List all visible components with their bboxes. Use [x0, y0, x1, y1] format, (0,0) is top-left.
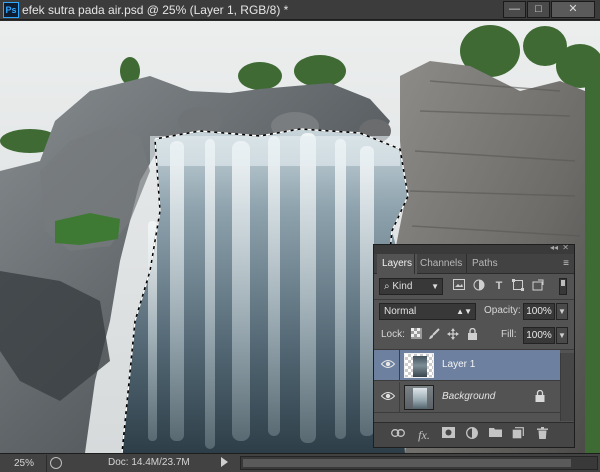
link-icon[interactable] — [390, 427, 406, 443]
divider — [46, 455, 47, 472]
panel-tabs: Layers Channels Paths ≡ — [374, 254, 574, 274]
lock-all-icon[interactable] — [465, 327, 479, 342]
minimize-button[interactable]: — — [503, 1, 526, 18]
status-bar: 25% Doc: 14.4M/23.7M — [0, 453, 600, 472]
filter-toggle-switch[interactable] — [559, 278, 567, 295]
divider — [399, 382, 400, 413]
close-panel-icon[interactable]: ✕ — [562, 243, 569, 252]
blend-mode-select[interactable]: Normal ▲▼ — [379, 303, 476, 320]
image-filter-icon[interactable] — [452, 279, 466, 293]
shape-filter-icon[interactable] — [511, 279, 525, 293]
blend-row: Normal ▲▼ Opacity: 100% ▼ — [374, 300, 574, 324]
close-window-button[interactable]: ✕ — [551, 1, 595, 18]
document-size-info: Doc: 14.4M/23.7M — [108, 457, 190, 468]
document-title: efek sutra pada air.psd @ 25% (Layer 1, … — [22, 3, 289, 17]
filter-kind-select[interactable]: ⌕ Kind ▼ — [379, 278, 443, 295]
tab-channels[interactable]: Channels — [414, 254, 467, 274]
maximize-button[interactable]: □ — [527, 1, 550, 18]
opacity-input[interactable]: 100% — [523, 303, 555, 320]
new-layer-icon[interactable] — [510, 427, 526, 443]
blend-mode-value: Normal — [384, 306, 417, 317]
panel-footer: fx. — [374, 422, 574, 447]
panel-header-strip: ◂◂ ✕ — [374, 243, 574, 254]
fill-dropdown-button[interactable]: ▼ — [556, 327, 568, 344]
layer-thumbnail — [404, 353, 434, 378]
lock-position-icon[interactable] — [446, 328, 460, 342]
visibility-eye-icon[interactable] — [380, 359, 396, 371]
chevron-down-icon: ▲▼ — [456, 307, 472, 316]
divider — [399, 350, 400, 381]
layer-name[interactable]: Layer 1 — [442, 359, 475, 370]
chevron-down-icon: ▼ — [431, 282, 439, 291]
type-filter-icon[interactable]: T — [492, 279, 506, 293]
lock-pixels-icon[interactable] — [409, 328, 423, 342]
document-profile-icon[interactable] — [50, 457, 62, 469]
lock-icon — [535, 389, 547, 403]
filter-row: ⌕ Kind ▼ T — [374, 275, 574, 299]
fill-input[interactable]: 100% — [523, 327, 555, 344]
layers-panel: ◂◂ ✕ Layers Channels Paths ≡ ⌕ Kind ▼ T N… — [373, 243, 575, 448]
group-folder-icon[interactable] — [487, 427, 503, 443]
mask-icon[interactable] — [440, 427, 456, 443]
layers-scrollbar[interactable] — [560, 353, 574, 421]
filter-kind-label: Kind — [392, 281, 413, 292]
opacity-label: Opacity: — [484, 305, 521, 316]
layer-thumbnail — [404, 385, 434, 410]
lock-row: Lock: Fill: 100% ▼ — [374, 324, 574, 348]
lock-paint-icon[interactable] — [427, 328, 441, 342]
layer-row-layer-1[interactable]: Layer 1 — [374, 350, 560, 381]
trash-icon[interactable] — [534, 427, 550, 443]
tab-paths[interactable]: Paths — [466, 254, 503, 274]
collapse-panel-icon[interactable]: ◂◂ — [550, 243, 558, 252]
status-menu-arrow-icon[interactable] — [221, 457, 228, 467]
fill-label: Fill: — [501, 329, 517, 340]
layer-row-background[interactable]: Background — [374, 382, 560, 413]
photoshop-logo-icon: Ps — [3, 2, 19, 18]
zoom-level-field[interactable]: 25% — [4, 457, 46, 470]
opacity-dropdown-button[interactable]: ▼ — [556, 303, 568, 320]
window-title-bar: Ps efek sutra pada air.psd @ 25% (Layer … — [0, 0, 600, 20]
lock-label: Lock: — [381, 329, 405, 340]
adjustment-filter-icon[interactable] — [472, 279, 486, 293]
smart-object-filter-icon[interactable] — [531, 279, 545, 293]
tab-layers[interactable]: Layers — [377, 254, 418, 274]
layer-name[interactable]: Background — [442, 391, 495, 402]
scrollbar-thumb[interactable] — [243, 459, 571, 467]
fx-icon[interactable]: fx. — [416, 427, 432, 443]
horizontal-scrollbar[interactable] — [240, 456, 598, 470]
visibility-eye-icon[interactable] — [380, 391, 396, 403]
adjustment-layer-icon[interactable] — [464, 427, 480, 443]
panel-menu-icon[interactable]: ≡ — [563, 258, 569, 269]
